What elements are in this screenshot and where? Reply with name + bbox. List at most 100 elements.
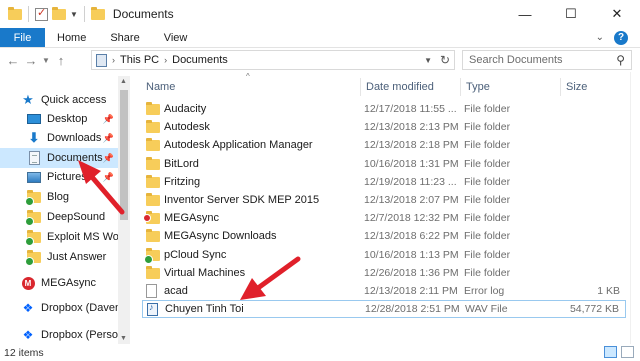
new-folder-icon[interactable] [52, 6, 66, 20]
table-row[interactable]: acad 12/13/2018 2:11 PM Error log 1 KB [142, 282, 626, 300]
sidebar-item-just-answer[interactable]: Just Answer [0, 247, 118, 267]
sidebar-item-label: Exploit MS Word [47, 231, 118, 243]
file-name: Audacity [164, 103, 207, 115]
file-name: Virtual Machines [164, 266, 246, 279]
mega-icon: M [21, 276, 35, 290]
column-header-type[interactable]: Type [460, 78, 560, 96]
sidebar-item-deepsound[interactable]: DeepSound [0, 207, 118, 227]
minimize-button[interactable]: — [502, 0, 548, 28]
chevron-down-icon[interactable]: ▼ [70, 10, 78, 19]
sidebar-item-dropbox-davenport[interactable]: ❖ Dropbox (Davenp [0, 298, 118, 318]
sidebar-item-label: Desktop [47, 113, 88, 125]
properties-icon[interactable] [35, 6, 48, 21]
documents-icon [28, 151, 40, 165]
table-row[interactable]: Autodesk Application Manager 12/13/2018 2… [142, 136, 626, 154]
file-type: File folder [464, 194, 511, 206]
window-controls: — ☐ ✕ [502, 0, 640, 28]
pictures-icon [27, 171, 41, 183]
table-row[interactable]: Fritzing 12/19/2018 11:23 ... File folder [142, 173, 626, 191]
sidebar-item-dropbox-personal[interactable]: ❖ Dropbox (Persona [0, 325, 118, 344]
tab-view[interactable]: View [152, 28, 200, 47]
help-icon[interactable]: ? [614, 30, 628, 45]
sidebar-item-documents[interactable]: Documents 📌 [0, 148, 118, 168]
tab-file[interactable]: File [0, 28, 45, 47]
sidebar-item-exploit-ms-word[interactable]: Exploit MS Word [0, 227, 118, 247]
breadcrumb-documents[interactable]: Documents [172, 54, 228, 66]
maximize-button[interactable]: ☐ [548, 0, 594, 28]
table-row[interactable]: Chuyen Tinh Toi 12/28/2018 2:51 PM WAV Fil… [142, 300, 626, 319]
title-bar: ▼ Documents — ☐ ✕ [0, 0, 640, 28]
pin-icon[interactable]: 📌 [103, 153, 114, 164]
forward-arrow-icon[interactable]: → [22, 50, 40, 70]
tab-share[interactable]: Share [98, 28, 151, 47]
recent-locations-chevron-icon[interactable]: ▼ [40, 50, 52, 70]
file-type: File folder [464, 266, 511, 279]
divider [83, 6, 85, 22]
table-row[interactable]: Autodesk 12/13/2018 2:13 PM File folder [142, 118, 626, 136]
folder-icon [90, 6, 105, 20]
refresh-icon[interactable]: ↻ [440, 53, 450, 67]
file-date-modified: 12/13/2018 2:07 PM [364, 194, 459, 206]
sidebar-item-pictures[interactable]: Pictures 📌 [0, 167, 118, 187]
table-row[interactable]: Audacity 12/17/2018 11:55 ... File folder [142, 100, 626, 118]
address-bar[interactable]: › This PC › Documents ▼ ↻ [91, 50, 455, 70]
column-header-name[interactable]: Name [146, 78, 360, 96]
breadcrumb-separator-icon[interactable]: › [112, 55, 115, 65]
pin-icon[interactable]: 📌 [103, 114, 114, 125]
file-date-modified: 12/13/2018 2:13 PM [364, 121, 459, 134]
file-type: File folder [464, 157, 511, 170]
pin-icon[interactable]: 📌 [103, 133, 114, 144]
file-type: File folder [464, 121, 511, 134]
tab-home[interactable]: Home [45, 28, 98, 47]
expand-ribbon-icon[interactable]: ⌄ [596, 32, 604, 43]
sidebar-item-downloads[interactable]: ⬇ Downloads 📌 [0, 128, 118, 148]
navigation-pane: ★ Quick access Desktop 📌 ⬇ Downloads 📌 D… [0, 76, 130, 344]
sidebar-item-label: Pictures [47, 171, 87, 183]
breadcrumb-separator-icon[interactable]: › [164, 55, 167, 65]
file-name: Autodesk Application Manager [164, 139, 313, 152]
scroll-up-icon[interactable]: ▲ [120, 78, 127, 85]
search-input[interactable]: Search Documents ⚲ [462, 50, 632, 70]
file-name: MEGAsync Downloads [164, 230, 277, 243]
sidebar-item-label: MEGAsync [41, 277, 97, 289]
documents-location-icon [96, 53, 107, 67]
navigation-pane-scrollbar[interactable]: ▲ ▼ [118, 76, 130, 344]
file-list-scrollbar[interactable] [630, 72, 640, 344]
table-row[interactable]: Inventor Server SDK MEP 2015 12/13/2018 2… [142, 191, 626, 209]
close-button[interactable]: ✕ [594, 0, 640, 28]
column-header-date[interactable]: Date modified [360, 78, 462, 96]
back-arrow-icon[interactable]: ← [4, 50, 22, 70]
table-row[interactable]: pCloud Sync 10/16/2018 1:13 PM File folder [142, 246, 626, 264]
pin-icon[interactable]: 📌 [103, 172, 114, 183]
file-type: File folder [464, 139, 511, 152]
search-icon[interactable]: ⚲ [616, 53, 625, 67]
address-dropdown-icon[interactable]: ▼ [424, 56, 432, 65]
file-date-modified: 12/13/2018 6:22 PM [364, 230, 459, 243]
sidebar-item-desktop[interactable]: Desktop 📌 [0, 109, 118, 129]
sidebar-item-blog[interactable]: Blog [0, 187, 118, 207]
divider [28, 6, 29, 22]
dropbox-icon: ❖ [22, 328, 34, 342]
table-row[interactable]: BitLord 10/16/2018 1:31 PM File folder [142, 155, 626, 173]
file-name: BitLord [164, 157, 199, 170]
up-arrow-icon[interactable]: ↑ [52, 50, 70, 70]
folder-icon [146, 120, 160, 134]
table-row[interactable]: MEGAsync 12/7/2018 12:32 PM File folder [142, 209, 626, 227]
folder-icon[interactable] [8, 6, 22, 20]
file-name: Fritzing [164, 175, 201, 188]
table-row[interactable]: Virtual Machines 12/26/2018 1:36 PM File f… [142, 264, 626, 282]
file-type: Error log [464, 285, 505, 297]
table-row[interactable]: MEGAsync Downloads 12/13/2018 6:22 PM File… [142, 227, 626, 245]
sidebar-item-megasync[interactable]: M MEGAsync [0, 273, 118, 293]
sidebar-item-label: Downloads [47, 132, 102, 144]
large-icons-view-icon[interactable] [621, 346, 634, 358]
dropbox-icon: ❖ [22, 301, 34, 315]
column-header-size[interactable]: Size [560, 78, 630, 96]
file-date-modified: 12/7/2018 12:32 PM [364, 212, 459, 225]
file-date-modified: 12/19/2018 11:23 ... [364, 175, 457, 188]
details-view-icon[interactable] [604, 346, 617, 358]
scroll-down-icon[interactable]: ▼ [120, 335, 127, 342]
breadcrumb-this-pc[interactable]: This PC [120, 54, 159, 66]
sidebar-item-quick-access[interactable]: ★ Quick access [0, 90, 118, 110]
scrollbar-thumb[interactable] [120, 90, 128, 220]
